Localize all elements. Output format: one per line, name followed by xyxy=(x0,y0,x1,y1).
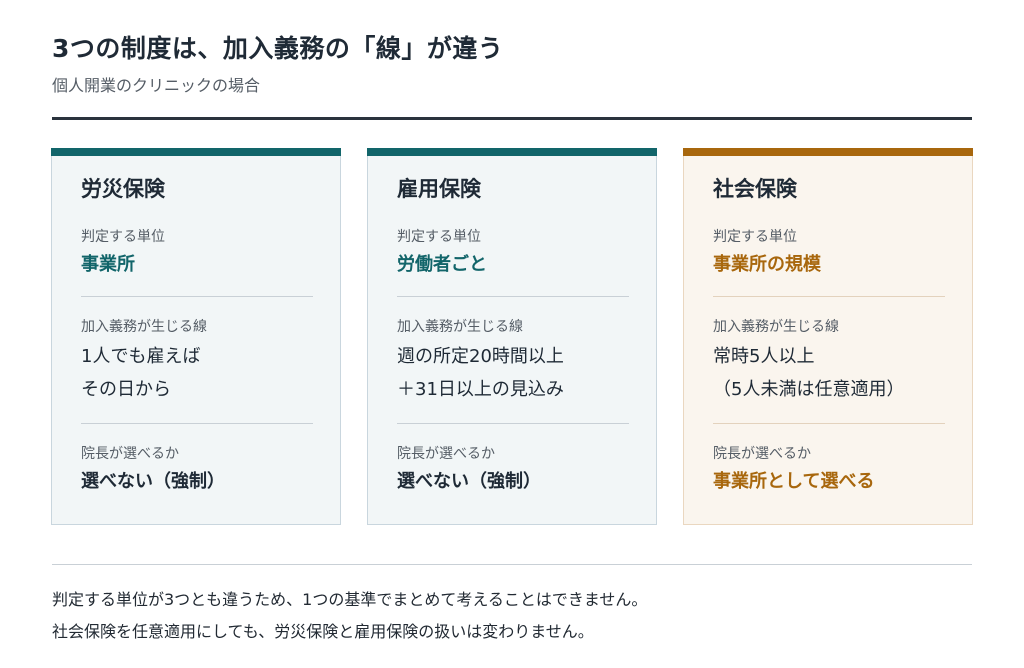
unit-value: 事業所の規模 xyxy=(713,254,821,275)
unit-label: 判定する単位 xyxy=(81,229,165,245)
choice-value: 選べない（強制） xyxy=(81,471,225,492)
card-shakai: 社会保険 判定する単位 事業所の規模 加入義務が生じる線 常時5人以上 （5人未… xyxy=(683,148,973,525)
card-accent-bar xyxy=(51,148,341,156)
card-title: 労災保険 xyxy=(81,177,165,201)
line-value-2: （5人未満は任意適用） xyxy=(713,379,905,400)
note-line: 社会保険を任意適用にしても、労災保険と雇用保険の扱いは変わりません。 xyxy=(52,622,594,641)
line-label: 加入義務が生じる線 xyxy=(397,319,523,335)
choice-label: 院長が選べるか xyxy=(713,446,811,462)
choice-value: 選べない（強制） xyxy=(397,471,541,492)
line-value-1: 1人でも雇えば xyxy=(81,346,201,367)
footer-notes: 判定する単位が3つとも違うため、1つの基準でまとめて考えることはできません。 社… xyxy=(52,584,972,648)
page-subtitle: 個人開業のクリニックの場合 xyxy=(52,76,261,95)
line-label: 加入義務が生じる線 xyxy=(713,319,839,335)
note-line: 判定する単位が3つとも違うため、1つの基準でまとめて考えることはできません。 xyxy=(52,590,648,609)
line-value-1: 常時5人以上 xyxy=(713,346,815,367)
card-title: 社会保険 xyxy=(713,177,797,201)
line-value-2: ＋31日以上の見込み xyxy=(397,379,564,400)
card-title: 雇用保険 xyxy=(397,177,481,201)
line-label: 加入義務が生じる線 xyxy=(81,319,207,335)
page-header: 3つの制度は、加入義務の「線」が違う 個人開業のクリニックの場合 xyxy=(52,30,972,98)
line-value-1: 週の所定20時間以上 xyxy=(397,346,564,367)
card-accent-bar xyxy=(367,148,657,156)
comparison-cards: 労災保険 判定する単位 事業所 加入義務が生じる線 1人でも雇えば その日から … xyxy=(51,148,973,526)
header-divider xyxy=(52,117,972,120)
unit-label: 判定する単位 xyxy=(713,229,797,245)
card-koyou: 雇用保険 判定する単位 労働者ごと 加入義務が生じる線 週の所定20時間以上 ＋… xyxy=(367,148,657,525)
footer-divider xyxy=(52,564,972,565)
unit-value: 事業所 xyxy=(81,254,135,275)
line-value-2: その日から xyxy=(81,379,171,400)
choice-value: 事業所として選べる xyxy=(713,471,875,492)
card-rousai: 労災保険 判定する単位 事業所 加入義務が生じる線 1人でも雇えば その日から … xyxy=(51,148,341,525)
choice-label: 院長が選べるか xyxy=(397,446,495,462)
page-title: 3つの制度は、加入義務の「線」が違う xyxy=(52,34,504,63)
choice-label: 院長が選べるか xyxy=(81,446,179,462)
unit-label: 判定する単位 xyxy=(397,229,481,245)
unit-value: 労働者ごと xyxy=(397,254,487,275)
card-accent-bar xyxy=(683,148,973,156)
